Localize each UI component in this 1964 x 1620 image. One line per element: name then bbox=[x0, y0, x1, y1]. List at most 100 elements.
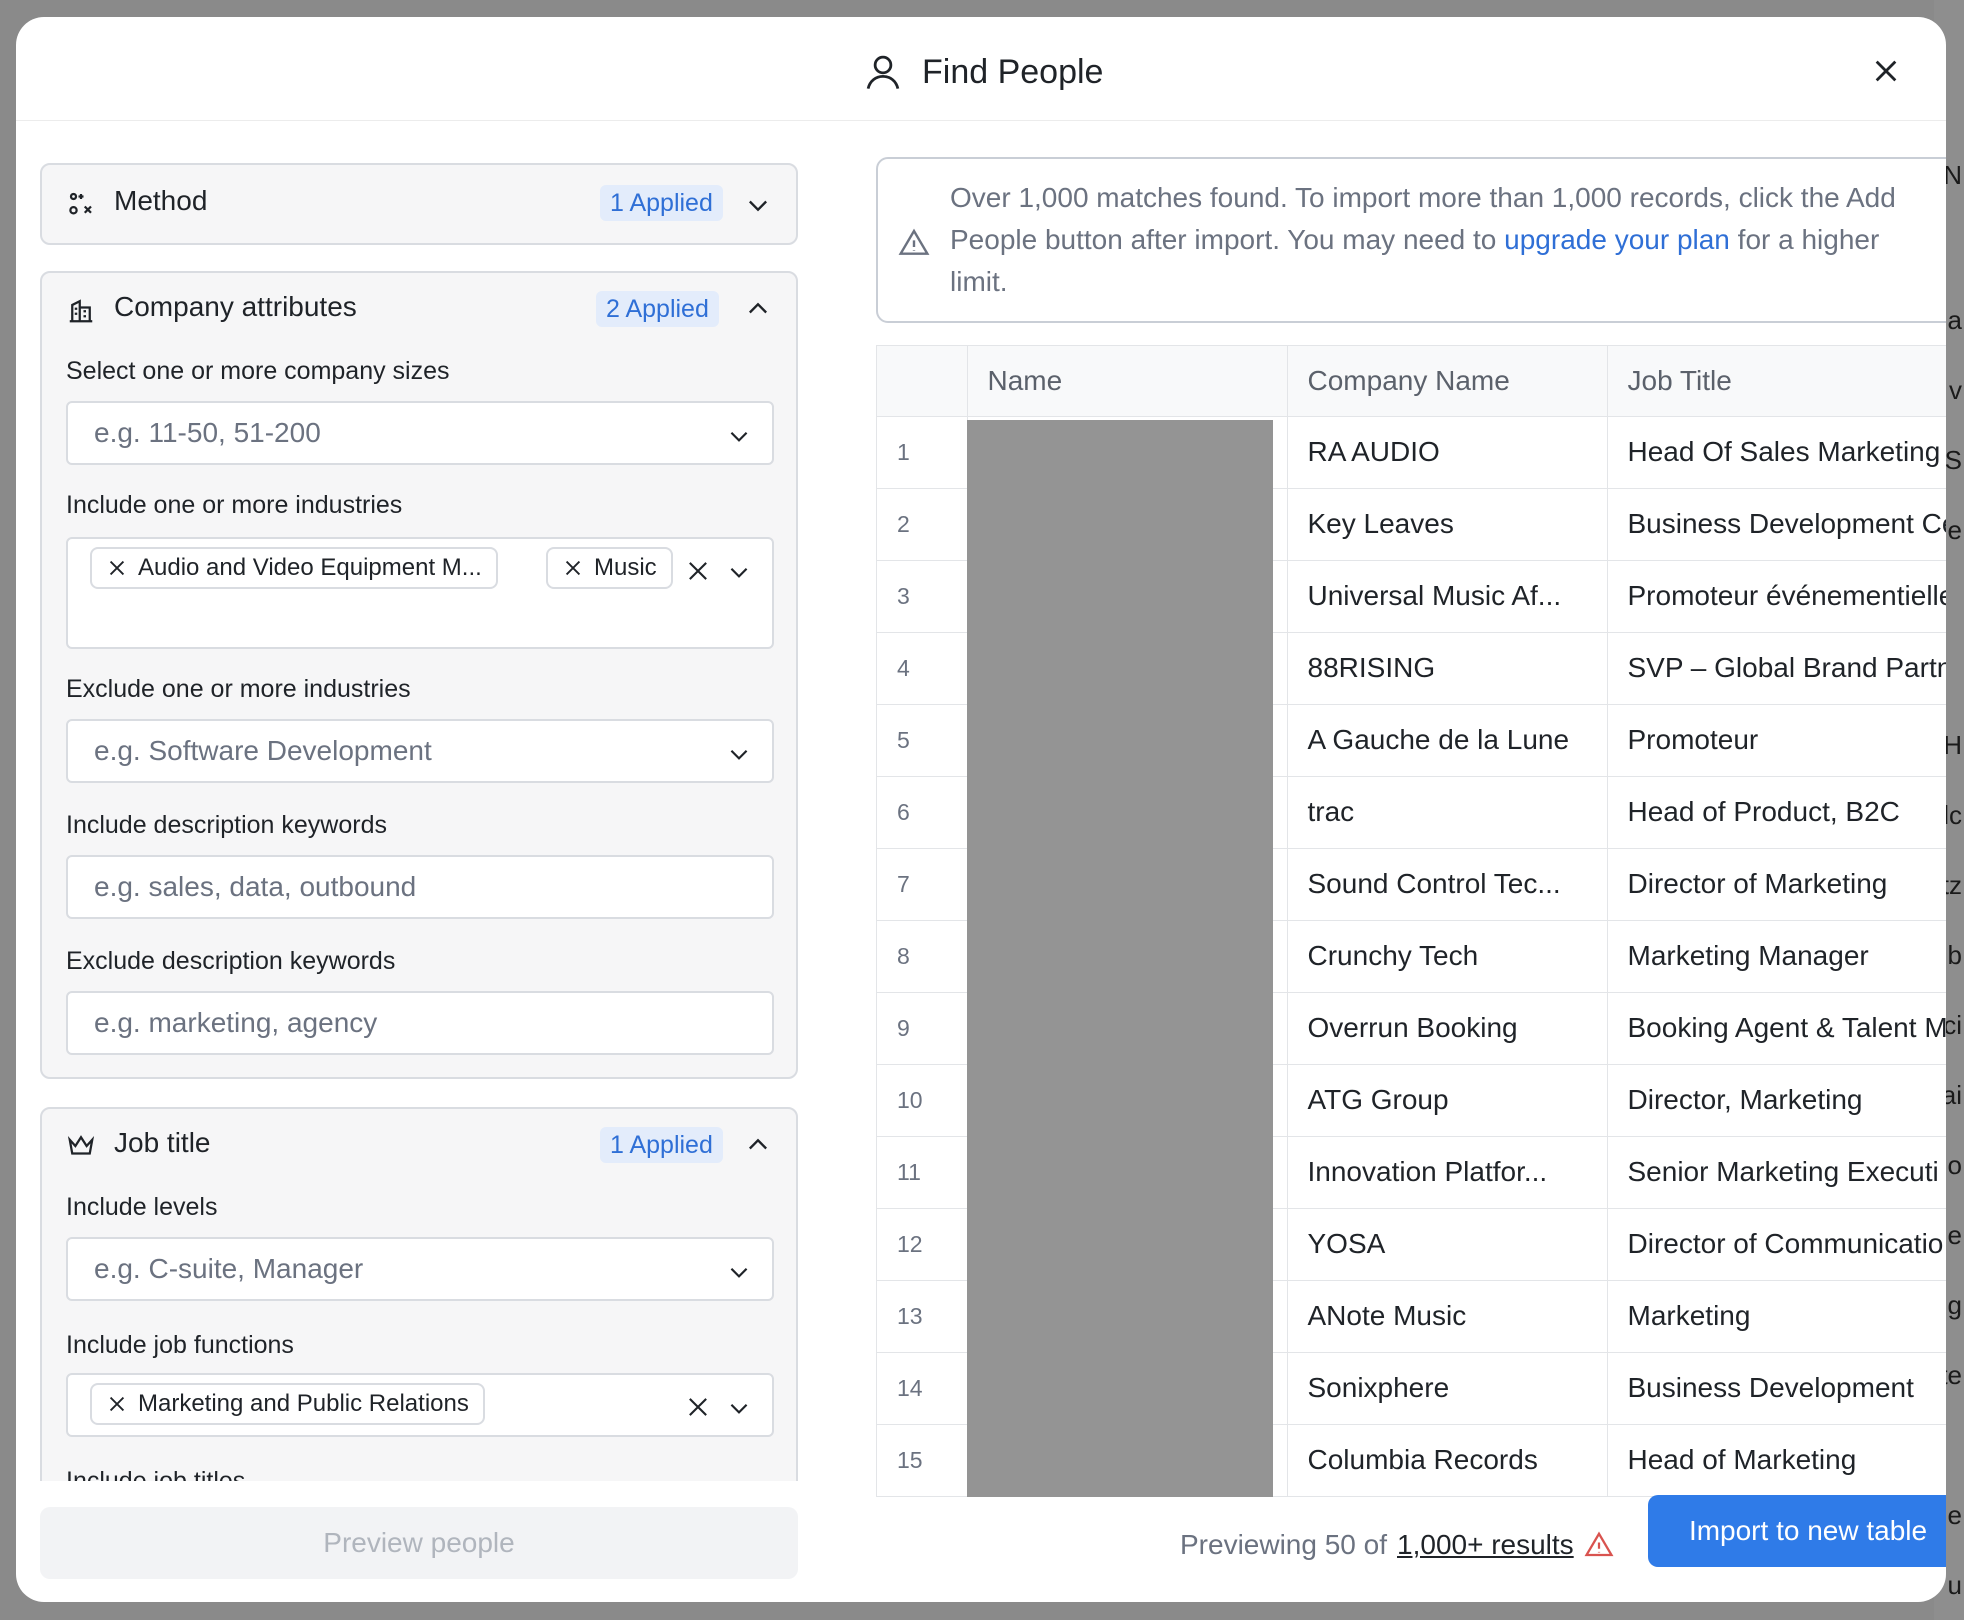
modal-header: Find People bbox=[16, 17, 1946, 121]
company-sizes-select[interactable]: e.g. 11-50, 51-200 bbox=[66, 401, 774, 465]
chevron-down-icon bbox=[730, 1267, 748, 1278]
clear-icon[interactable] bbox=[684, 1393, 712, 1421]
background-text: lc bbox=[1943, 800, 1962, 830]
modal-title-group: Find People bbox=[862, 47, 1103, 97]
redacted-names bbox=[967, 420, 1273, 1497]
results-link[interactable]: 1,000+ results bbox=[1397, 1529, 1574, 1561]
method-panel[interactable]: Method 1 Applied bbox=[40, 163, 798, 245]
background-text: a bbox=[1947, 305, 1962, 335]
exclude-industries-label: Exclude one or more industries bbox=[66, 675, 411, 703]
chip-remove-icon[interactable] bbox=[106, 557, 128, 579]
method-icon bbox=[69, 192, 92, 215]
results-table: Name Company Name Job Title 1 RA AUDIO Hea… bbox=[876, 345, 1946, 1497]
column-header-job-title[interactable]: Job Title bbox=[1607, 346, 1946, 417]
job-title-cell: Head of Marketing bbox=[1607, 1424, 1946, 1497]
background-text: N bbox=[1943, 160, 1962, 190]
industry-chip: Music bbox=[546, 547, 673, 589]
company-cell: Key Leaves bbox=[1287, 488, 1608, 561]
company-cell: ATG Group bbox=[1287, 1064, 1608, 1137]
levels-select[interactable]: e.g. C-suite, Manager bbox=[66, 1237, 774, 1301]
job-title-cell: Head Of Sales Marketing bbox=[1607, 416, 1946, 489]
job-title-cell: Senior Marketing Executi bbox=[1607, 1136, 1946, 1209]
company-cell: Columbia Records bbox=[1287, 1424, 1608, 1497]
preview-summary: Previewing 50 of 1,000+ results bbox=[1180, 1529, 1614, 1561]
preview-people-button[interactable]: Preview people bbox=[40, 1507, 798, 1579]
background-text: e bbox=[1947, 515, 1962, 545]
warning-icon bbox=[1584, 1531, 1614, 1557]
row-index: 6 bbox=[877, 776, 968, 849]
job-title-cell: Booking Agent & Talent M bbox=[1607, 992, 1946, 1065]
include-industries-label: Include one or more industries bbox=[66, 491, 403, 519]
job-title-cell: SVP – Global Brand Partn bbox=[1607, 632, 1946, 705]
job-functions-select[interactable]: Marketing and Public Relations bbox=[66, 1373, 774, 1437]
include-keywords-placeholder: e.g. sales, data, outbound bbox=[94, 871, 417, 902]
job-title-panel: Job title 1 Applied Include levels e.g. … bbox=[40, 1107, 798, 1481]
filters-column: Method 1 Applied Company attributes 2 Ap… bbox=[40, 121, 798, 1481]
job-title-cell: Business Development Ce bbox=[1607, 488, 1946, 561]
company-cell: A Gauche de la Lune bbox=[1287, 704, 1608, 777]
company-attributes-title: Company attributes bbox=[114, 291, 357, 322]
import-to-new-table-button[interactable]: Import to new table bbox=[1648, 1495, 1946, 1567]
chevron-down-icon bbox=[730, 431, 748, 442]
row-index: 2 bbox=[877, 488, 968, 561]
row-index: 10 bbox=[877, 1064, 968, 1137]
row-index: 8 bbox=[877, 920, 968, 993]
job-title-cell: Business Development bbox=[1607, 1352, 1946, 1425]
background-text: v bbox=[1949, 375, 1962, 405]
row-index: 14 bbox=[877, 1352, 968, 1425]
column-header-name[interactable]: Name bbox=[967, 346, 1288, 417]
job-title-cell: Marketing bbox=[1607, 1280, 1946, 1353]
industry-chip: Audio and Video Equipment M... bbox=[90, 547, 498, 589]
chip-remove-icon[interactable] bbox=[562, 557, 584, 579]
chevron-up-icon[interactable] bbox=[744, 1131, 772, 1159]
job-function-chip-label: Marketing and Public Relations bbox=[138, 1390, 469, 1417]
company-attributes-header[interactable]: Company attributes 2 Applied bbox=[42, 273, 796, 343]
job-title-cell: Head of Product, B2C bbox=[1607, 776, 1946, 849]
row-index: 7 bbox=[877, 848, 968, 921]
company-cell: ANote Music bbox=[1287, 1280, 1608, 1353]
job-title-cell: Director of Communicatio bbox=[1607, 1208, 1946, 1281]
warning-icon bbox=[898, 228, 930, 255]
row-index: 5 bbox=[877, 704, 968, 777]
job-functions-label: Include job functions bbox=[66, 1331, 294, 1359]
chip-remove-icon[interactable] bbox=[106, 1393, 128, 1415]
clear-icon[interactable] bbox=[684, 557, 712, 585]
chevron-down-icon bbox=[730, 567, 748, 578]
close-button[interactable] bbox=[1866, 51, 1906, 91]
job-title-header[interactable]: Job title 1 Applied bbox=[42, 1109, 796, 1179]
row-index: 4 bbox=[877, 632, 968, 705]
chevron-down-icon[interactable] bbox=[744, 191, 772, 219]
exclude-industries-select[interactable]: e.g. Software Development bbox=[66, 719, 774, 783]
job-title-cell: Director, Marketing bbox=[1607, 1064, 1946, 1137]
building-icon bbox=[69, 299, 93, 323]
row-index: 1 bbox=[877, 416, 968, 489]
row-index: 13 bbox=[877, 1280, 968, 1353]
company-cell: Sonixphere bbox=[1287, 1352, 1608, 1425]
find-people-modal: Find People Method 1 Applied Company att… bbox=[16, 17, 1946, 1602]
chevron-down-icon bbox=[730, 1403, 748, 1414]
company-applied-badge: 2 Applied bbox=[596, 291, 719, 327]
row-index: 3 bbox=[877, 560, 968, 633]
exclude-keywords-input[interactable]: e.g. marketing, agency bbox=[66, 991, 774, 1055]
row-index: 9 bbox=[877, 992, 968, 1065]
person-icon bbox=[866, 55, 900, 90]
company-attributes-panel: Company attributes 2 Applied Select one … bbox=[40, 271, 798, 1079]
company-cell: Universal Music Af... bbox=[1287, 560, 1608, 633]
company-sizes-placeholder: e.g. 11-50, 51-200 bbox=[94, 417, 321, 448]
company-cell: YOSA bbox=[1287, 1208, 1608, 1281]
include-keywords-input[interactable]: e.g. sales, data, outbound bbox=[66, 855, 774, 919]
job-title-title: Job title bbox=[114, 1127, 211, 1158]
background-text: o bbox=[1947, 1150, 1962, 1180]
row-index: 11 bbox=[877, 1136, 968, 1209]
method-panel-header[interactable]: Method 1 Applied bbox=[42, 165, 796, 243]
modal-title: Find People bbox=[922, 52, 1104, 91]
column-header-company[interactable]: Company Name bbox=[1287, 346, 1608, 417]
method-applied-badge: 1 Applied bbox=[600, 185, 723, 221]
chevron-down-icon bbox=[730, 749, 748, 760]
method-title: Method bbox=[114, 185, 208, 216]
upgrade-plan-link[interactable]: upgrade your plan bbox=[1504, 224, 1730, 255]
levels-label: Include levels bbox=[66, 1193, 218, 1221]
job-title-cell: Promoteur bbox=[1607, 704, 1946, 777]
chevron-up-icon[interactable] bbox=[744, 295, 772, 323]
include-industries-select[interactable]: Audio and Video Equipment M... Music bbox=[66, 537, 774, 649]
